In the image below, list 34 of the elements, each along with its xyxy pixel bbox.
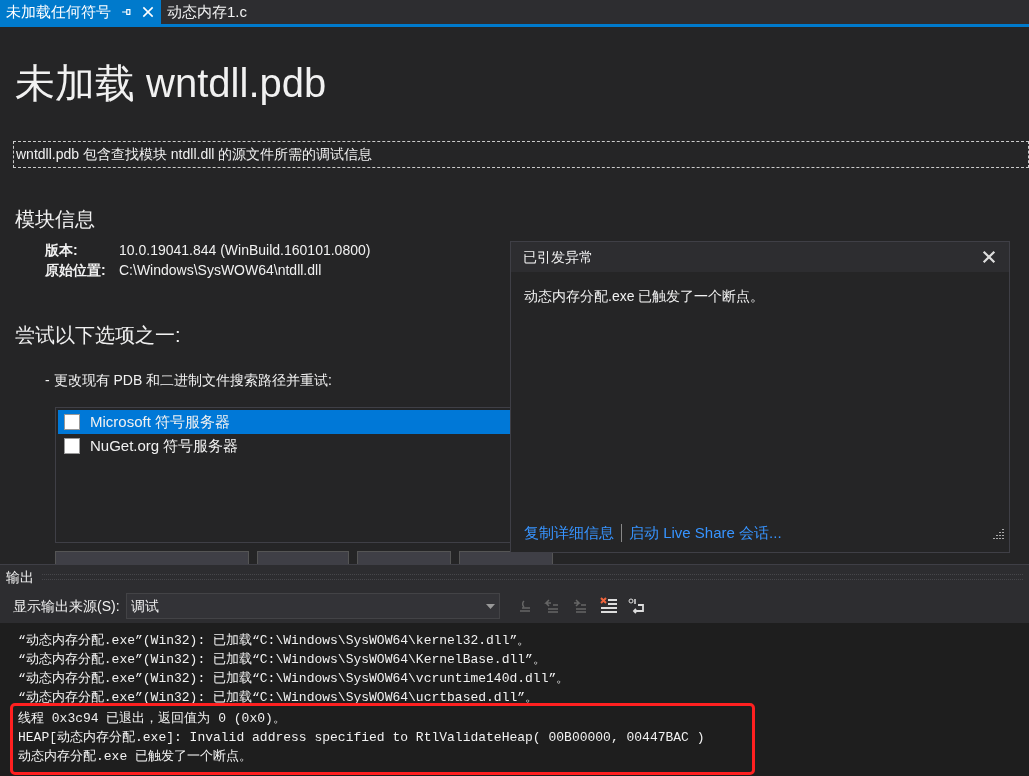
output-line: “动态内存分配.exe”(Win32): 已加载“C:\Windows\SysWOW64\kernel32.dll”。	[18, 632, 531, 650]
close-icon[interactable]	[981, 249, 997, 265]
tab[interactable]: 未加载任何符号	[0, 0, 161, 24]
panel-title: 输出	[6, 567, 34, 587]
server-item[interactable]: NuGet.org 符号服务器	[58, 434, 512, 458]
output-line: 动态内存分配.exe 已触发了一个断点。	[18, 748, 252, 766]
tab[interactable]: 动态内存1.c	[161, 0, 253, 24]
dialog-link[interactable]: 复制详细信息	[524, 521, 614, 544]
description: wntdll.pdb 包含查找模块 ntdll.dll 的源文件所需的调试信息	[16, 146, 373, 162]
dialog-title: 已引发异常	[523, 247, 593, 267]
section-heading: 模块信息	[15, 207, 95, 232]
option-text: - 更改现有 PDB 和二进制文件搜索路径并重试:	[45, 371, 332, 390]
output-line: “动态内存分配.exe”(Win32): 已加载“C:\Windows\SysWOW64\ucrtbased.dll”。	[18, 689, 539, 707]
field-label: 版本:	[45, 241, 79, 260]
dropdown-arrow-icon	[485, 603, 495, 609]
field-value: 10.0.19041.844 (WinBuild.160101.0800)	[119, 241, 371, 260]
page-title: 未加载 wntdll.pdb	[15, 63, 327, 103]
dialog-link[interactable]: 启动 Live Share 会话...	[629, 521, 782, 544]
clear-all-icon[interactable]	[599, 597, 618, 615]
output-line: “动态内存分配.exe”(Win32): 已加载“C:\Windows\SysWOW64\vcruntime140d.dll”。	[18, 670, 570, 688]
resize-grip-icon[interactable]	[993, 526, 1005, 539]
section-heading: 尝试以下选项之一:	[15, 323, 181, 348]
output-line: HEAP[动态内存分配.exe]: Invalid address specified to RtlValidateHeap( 00B00000, 00447BAC )	[18, 729, 705, 747]
server-item[interactable]: Microsoft 符号服务器	[58, 410, 512, 434]
word-wrap-icon[interactable]	[627, 597, 646, 615]
field-value: C:\Windows\SysWOW64\ntdll.dll	[119, 261, 323, 280]
source-dropdown[interactable]: 调试	[125, 593, 500, 619]
checkbox[interactable]	[64, 438, 80, 454]
field-label: 原始位置:	[45, 261, 107, 280]
dialog-message: 动态内存分配.exe 已触发了一个断点。	[524, 287, 765, 306]
output-line: “动态内存分配.exe”(Win32): 已加载“C:\Windows\SysWOW64\KernelBase.dll”。	[18, 651, 546, 669]
source-label: 显示输出来源(S):	[13, 596, 120, 616]
output-line: 线程 0x3c94 已退出，返回值为 0 (0x0)。	[18, 710, 286, 728]
checkbox[interactable]	[64, 414, 80, 430]
